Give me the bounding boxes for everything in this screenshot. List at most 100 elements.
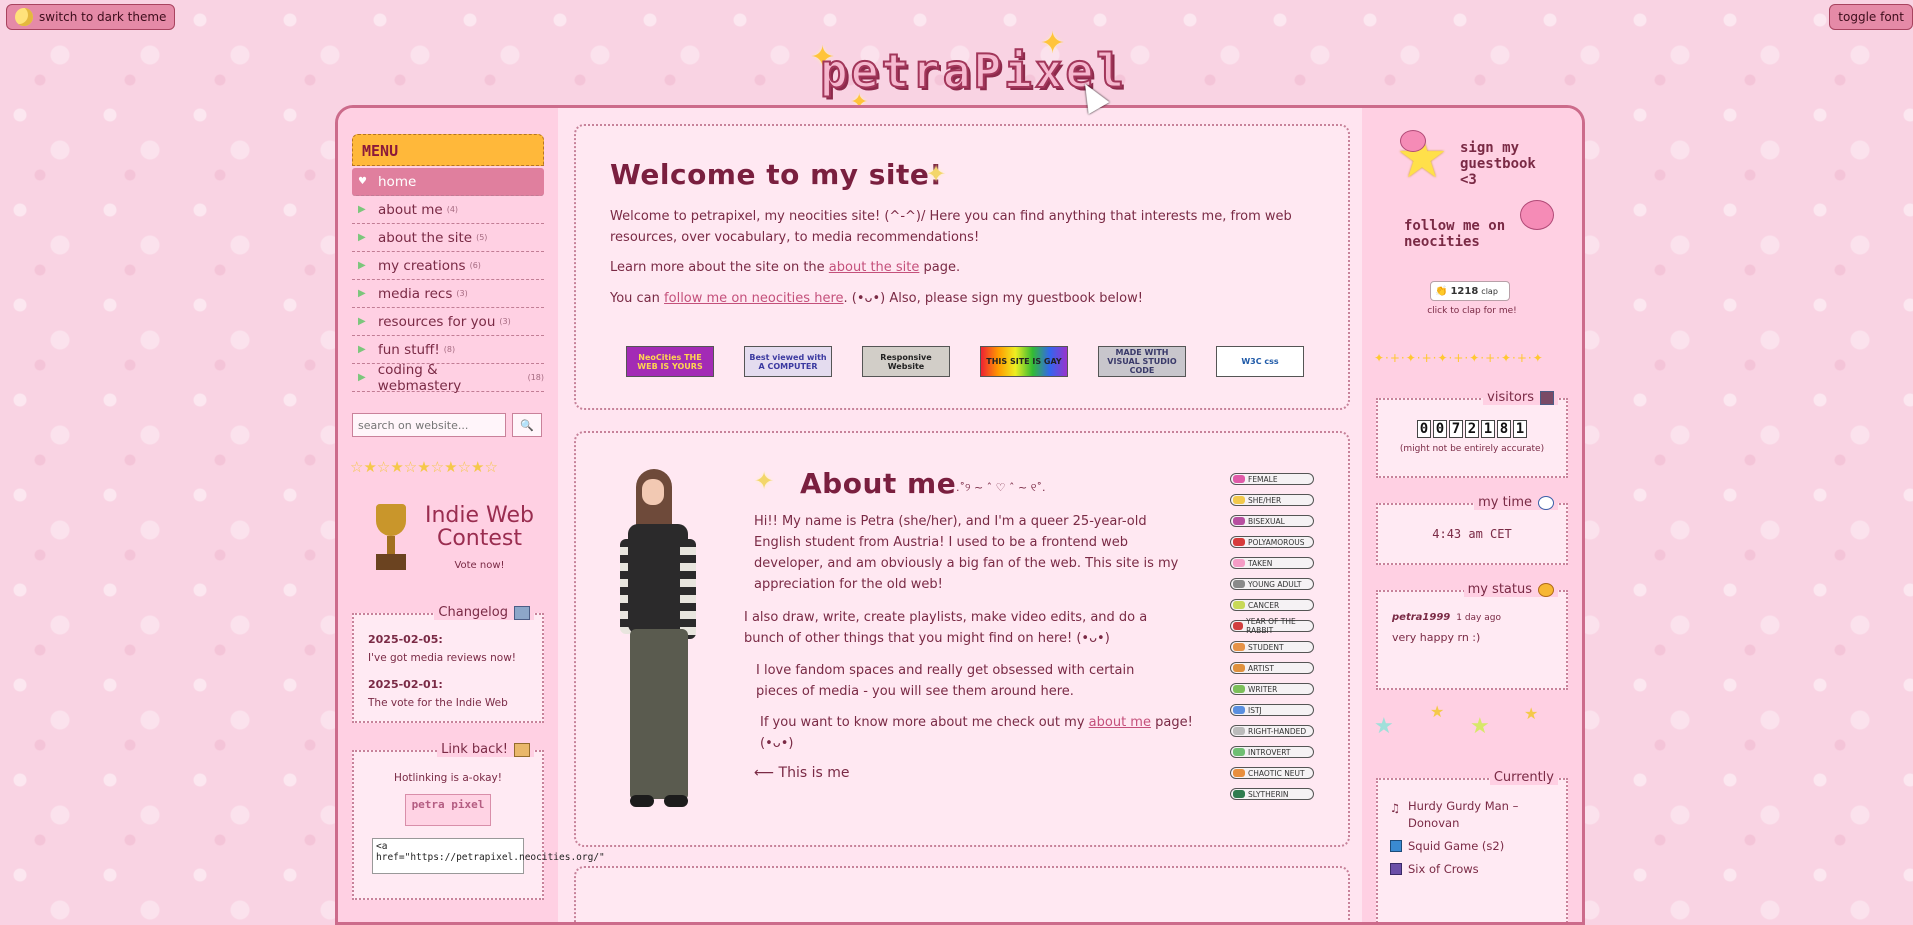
next-card <box>574 866 1350 922</box>
menu-item-about-site[interactable]: ▶ about the site (5) <box>352 224 544 252</box>
follow-neocities-link[interactable]: follow me on neocities here <box>664 291 843 306</box>
about-paragraph-4: If you want to know more about me check … <box>760 715 1193 751</box>
dark-theme-button[interactable]: switch to dark theme <box>6 4 176 30</box>
main-frame: MENU ♥ home ▶ about me (4) ▶ about the site(… <box>335 105 1585 925</box>
identity-tag: INTROVERT <box>1230 746 1314 758</box>
time-title: my time <box>1478 495 1532 510</box>
book-icon <box>1390 863 1402 875</box>
identity-tag: ARTIST <box>1230 662 1314 674</box>
tag-swatch-icon <box>1233 643 1245 651</box>
linkback-box: Link back! Hotlinking is a-okay! petra p… <box>352 742 605 900</box>
contest-vote[interactable]: Vote now! <box>417 560 542 571</box>
identity-tag: SLYTHERIN <box>1230 788 1314 800</box>
clap-button[interactable]: 👏 1218 clap <box>1430 281 1510 301</box>
tv-icon <box>1390 840 1402 852</box>
linkback-text: Hotlinking is a-okay! <box>394 772 502 784</box>
tag-swatch-icon <box>1233 727 1245 735</box>
music-note-icon: ♫ <box>1390 801 1401 815</box>
search-button[interactable]: 🔍 <box>512 413 542 437</box>
visitor-counter: 0 0 7 2 1 8 1 <box>1378 420 1566 438</box>
currently-item: Squid Game (s2) <box>1390 838 1566 855</box>
currently-box: Currently ♫ Hurdy Gurdy Man – Donovan Squ… <box>1376 770 1568 922</box>
identity-tag: YEAR OF THE RABBIT <box>1230 617 1314 635</box>
tag-swatch-icon <box>1233 769 1245 777</box>
welcome-paragraph-3: You can follow me on neocities here. (•ᴗ… <box>610 291 1143 306</box>
visitors-note: (might not be entirely accurate) <box>1399 444 1545 454</box>
changelog-date: 2025-02-01: <box>368 678 443 691</box>
search-form: 🔍 <box>352 413 542 437</box>
contest-title: Indie Web Contest <box>424 503 534 551</box>
menu-item-home[interactable]: ♥ home <box>352 168 544 196</box>
arrow-icon: ▶ <box>358 204 366 215</box>
search-input[interactable] <box>352 413 506 437</box>
left-sidebar: MENU ♥ home ▶ about me (4) ▶ about the site(… <box>338 108 605 922</box>
indie-web-contest[interactable]: Indie Web Contest Vote now! <box>352 500 544 580</box>
sparkle-divider: ✦·+·✦·+·✦·+·✦·+·✦·+·✦ <box>1374 351 1544 365</box>
right-sidebar: ★ sign my guestbook <3 follow me on neoc… <box>1362 108 1582 922</box>
identity-tag: TAKEN <box>1230 557 1314 569</box>
visitors-box: visitors 0 0 7 2 1 8 1 (might not be ent… <box>1376 390 1568 478</box>
linkback-title: Link back! <box>441 742 508 757</box>
calendar-icon <box>514 605 530 620</box>
arrow-icon: ▶ <box>358 316 366 327</box>
identity-tag: SHE/HER <box>1230 494 1314 506</box>
arrow-icon: ▶ <box>358 260 366 271</box>
w3c-css-badge[interactable]: W3C css <box>1216 346 1304 377</box>
welcome-paragraph-1: Welcome to petrapixel, my neocities site… <box>610 209 1292 245</box>
guestbook-widget[interactable]: ★ sign my guestbook <3 follow me on neoc… <box>1396 128 1566 250</box>
about-paragraph-3: I love fandom spaces and really get obse… <box>756 663 1135 699</box>
main-content: Welcome to my site! ✦ Welcome to petrapi… <box>558 108 1362 922</box>
guestbook-link[interactable]: sign my guestbook <3 <box>1460 140 1550 188</box>
menu-item-resources[interactable]: ▶ resources for you (3) <box>352 308 544 336</box>
about-title-decoration: .˚୨ ~ ˆ ♡ ˆ ~ ୧˚. <box>956 481 1046 494</box>
tag-swatch-icon <box>1233 685 1245 693</box>
identity-tag: BISEXUAL <box>1230 515 1314 527</box>
follow-neocities-widget[interactable]: follow me on neocities <box>1404 218 1514 250</box>
tag-swatch-icon <box>1233 748 1245 756</box>
changelog-text: The vote for the Indie Web <box>368 697 508 709</box>
about-site-link[interactable]: about the site <box>829 260 920 275</box>
linkback-code[interactable]: <a href="https://petrapixel.neocities.or… <box>372 838 605 874</box>
tag-swatch-icon <box>1233 517 1245 525</box>
bar-chart-icon <box>1540 390 1554 405</box>
emoji-icon <box>1538 582 1554 597</box>
clap-icon: 👏 <box>1435 285 1448 297</box>
menu-item-about-me[interactable]: ▶ about me (4) <box>352 196 544 224</box>
neocities-badge[interactable]: NeoCities THE WEB IS YOURS <box>626 346 714 377</box>
moon-icon <box>15 8 33 26</box>
tag-swatch-icon <box>1233 475 1245 483</box>
time-box: my time 4:43 am CET <box>1376 495 1568 565</box>
menu-item-coding[interactable]: ▶ coding & webmastery (18) <box>352 362 544 394</box>
gay-badge[interactable]: THIS SITE IS GAY <box>980 346 1068 377</box>
vscode-badge[interactable]: MADE WITH VISUAL STUDIO CODE <box>1098 346 1186 377</box>
computer-badge[interactable]: Best viewed with A COMPUTER <box>744 346 832 377</box>
site-button-image: petra pixel <box>405 794 491 826</box>
tag-swatch-icon <box>1233 790 1245 798</box>
profile-photo <box>614 469 714 809</box>
heart-icon: ♥ <box>358 176 367 187</box>
tag-swatch-icon <box>1233 706 1245 714</box>
badge-row: NeoCities THE WEB IS YOURS Best viewed w… <box>626 346 1304 377</box>
identity-tags: FEMALE SHE/HER BISEXUAL POLYAMOROUS TAKEN YOU… <box>1230 473 1314 809</box>
menu-item-creations[interactable]: ▶ my creations (6) <box>352 252 544 280</box>
identity-tag: CANCER <box>1230 599 1314 611</box>
clock-icon <box>1538 495 1554 510</box>
tag-swatch-icon <box>1233 601 1245 609</box>
this-is-me-caption: ⟵ This is me <box>754 765 850 781</box>
toggle-font-button[interactable]: toggle font <box>1829 4 1913 30</box>
about-paragraph-2: I also draw, write, create playlists, ma… <box>744 610 1148 646</box>
menu-item-media-recs[interactable]: ▶ media recs (3) <box>352 280 544 308</box>
status-title: my status <box>1467 582 1532 597</box>
identity-tag: CHAOTIC NEUT <box>1230 767 1314 779</box>
link-icon <box>514 742 530 757</box>
responsive-badge[interactable]: Responsive Website <box>862 346 950 377</box>
kirby-umbrella-icon <box>1520 200 1554 230</box>
welcome-card: Welcome to my site! ✦ Welcome to petrapi… <box>574 124 1350 410</box>
about-me-link[interactable]: about me <box>1089 715 1151 730</box>
clap-caption: click to clap for me! <box>1427 306 1517 316</box>
currently-item: Six of Crows <box>1390 861 1566 878</box>
arrow-icon: ▶ <box>358 372 366 383</box>
identity-tag: YOUNG ADULT <box>1230 578 1314 590</box>
menu-item-fun-stuff[interactable]: ▶ fun stuff! (8) <box>352 336 544 364</box>
status-user: petra1999 1 day ago <box>1392 612 1501 623</box>
